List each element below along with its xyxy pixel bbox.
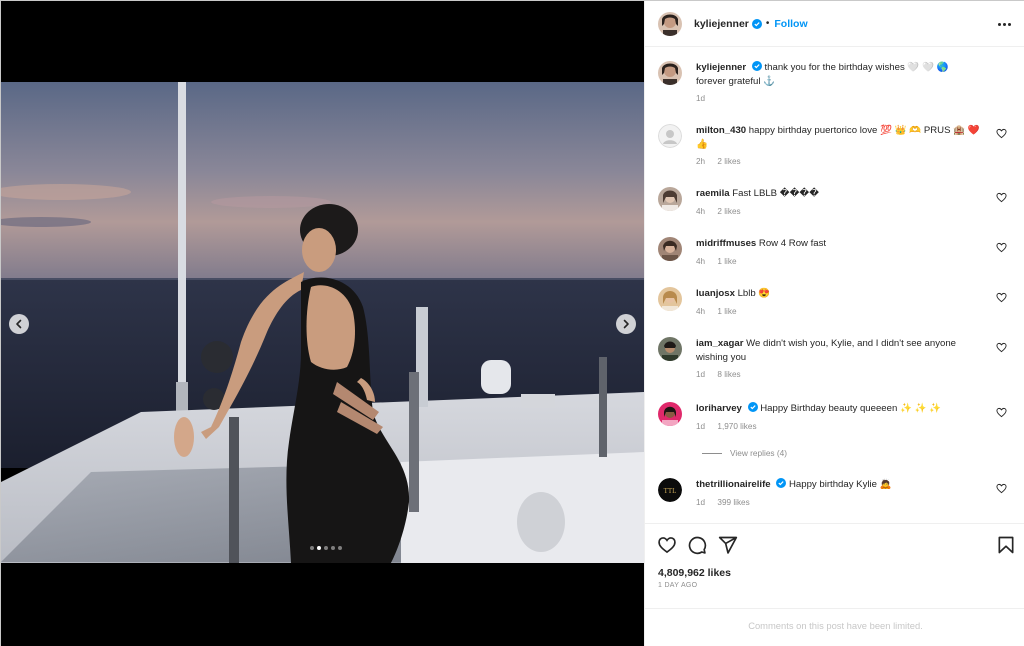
comment-meta: 1d 8 likes: [696, 370, 751, 379]
post-media: [1, 1, 644, 646]
caption-author-avatar[interactable]: [658, 61, 682, 85]
photo-yacht-sunset: [1, 82, 644, 563]
comment-username[interactable]: thetrillionairelife: [696, 479, 771, 490]
next-photo-button[interactable]: [616, 314, 636, 334]
comment-avatar[interactable]: TTL: [658, 478, 682, 502]
more-options-icon[interactable]: [998, 18, 1012, 30]
comment-username[interactable]: midriffmuses: [696, 238, 756, 249]
comment-text-block: loriharvey Happy Birthday beauty queeeen…: [696, 402, 986, 416]
comment-time: 4h: [696, 257, 706, 266]
comment-likes[interactable]: 2 likes: [717, 207, 740, 216]
verified-badge-icon: [751, 61, 762, 71]
previous-photo-button[interactable]: [9, 314, 29, 334]
comment-text-block: raemila Fast LBLB ����: [696, 187, 986, 201]
post-header: kyliejenner • Follow: [645, 1, 1024, 47]
comment-time: 1d: [696, 370, 706, 379]
view-replies-button[interactable]: View replies (4): [702, 448, 787, 458]
comment-username[interactable]: milton_430: [696, 125, 746, 136]
carousel-dot: [338, 546, 342, 550]
comment-icon[interactable]: [687, 535, 707, 555]
comment-heart-icon[interactable]: [996, 292, 1007, 303]
comment-username[interactable]: luanjosx: [696, 288, 735, 299]
author-username[interactable]: kyliejenner: [694, 18, 749, 30]
author-avatar[interactable]: [658, 11, 682, 36]
comment-likes[interactable]: 1,970 likes: [717, 422, 756, 431]
comment-meta: 1d 1,970 likes: [696, 422, 767, 431]
comment-heart-icon[interactable]: [996, 242, 1007, 253]
comment-avatar[interactable]: [658, 187, 682, 211]
post-photo: [1, 82, 644, 563]
caption-time: 1d: [696, 94, 706, 103]
comment-likes[interactable]: 399 likes: [717, 498, 749, 507]
comment-time: 4h: [696, 207, 706, 216]
comment-time: 1d: [696, 422, 706, 431]
comment-text-block: milton_430 happy birthday puertorico lov…: [696, 124, 986, 151]
header-separator: •: [765, 18, 770, 29]
comment-avatar[interactable]: [658, 337, 682, 361]
comment-text: Row 4 Row fast: [758, 238, 827, 249]
carousel-dot: [331, 546, 335, 550]
comment-username[interactable]: loriharvey: [696, 403, 742, 414]
comment-time: 1d: [696, 498, 706, 507]
comments-list[interactable]: kyliejenner thank you for the birthday w…: [645, 48, 1024, 522]
comment-avatar[interactable]: [658, 237, 682, 261]
comment-heart-icon[interactable]: [996, 192, 1007, 203]
verified-badge-icon: [751, 18, 762, 29]
comment-likes[interactable]: 1 like: [717, 307, 736, 316]
comment-username[interactable]: iam_xagar: [696, 338, 743, 349]
post-actions: 4,809,962 likes 1 DAY AGO Comments on th…: [645, 523, 1024, 646]
caption-text-block: kyliejenner thank you for the birthday w…: [696, 61, 971, 88]
comment-heart-icon[interactable]: [996, 407, 1007, 418]
follow-button[interactable]: Follow: [774, 18, 807, 30]
comment-text-block: midriffmuses Row 4 Row fast: [696, 237, 986, 251]
comment-text-block: iam_xagar We didn't wish you, Kylie, and…: [696, 337, 986, 364]
comment-avatar[interactable]: [658, 402, 682, 426]
comment-text-block: thetrillionairelife Happy birthday Kylie…: [696, 478, 986, 492]
verified-badge-icon: [747, 402, 758, 412]
comment-likes[interactable]: 8 likes: [717, 370, 740, 379]
comment-text: Happy birthday Kylie 🙇: [788, 479, 892, 490]
chevron-left-icon: [16, 319, 22, 329]
view-replies-label: View replies (4): [730, 448, 788, 458]
comment-username[interactable]: raemila: [696, 188, 730, 199]
likes-count[interactable]: 4,809,962 likes: [658, 567, 731, 579]
comment-time: 4h: [696, 307, 706, 316]
comment-meta: 4h 1 like: [696, 307, 747, 316]
comment-avatar[interactable]: [658, 287, 682, 311]
comments-limited-notice: Comments on this post have been limited.: [645, 608, 1024, 646]
comment-text: Fast LBLB ����: [732, 188, 820, 199]
carousel-dot-active: [317, 546, 321, 550]
caption-username[interactable]: kyliejenner: [696, 62, 746, 73]
share-icon[interactable]: [718, 535, 738, 555]
carousel-dot: [310, 546, 314, 550]
comment-meta: 2h 2 likes: [696, 157, 751, 166]
bookmark-icon[interactable]: [996, 535, 1016, 555]
comment-heart-icon[interactable]: [996, 342, 1007, 353]
comment-heart-icon[interactable]: [996, 128, 1007, 139]
comment-avatar[interactable]: [658, 124, 682, 148]
post-timestamp: 1 DAY AGO: [658, 582, 698, 589]
comment-heart-icon[interactable]: [996, 483, 1007, 494]
comment-likes[interactable]: 1 like: [717, 257, 736, 266]
replies-divider: [702, 452, 722, 454]
svg-text:TTL: TTL: [664, 487, 677, 495]
comment-text-block: luanjosx Lblb 😍: [696, 287, 986, 301]
carousel-indicator: [310, 546, 342, 550]
comment-likes[interactable]: 2 likes: [717, 157, 740, 166]
comment-meta: 4h 1 like: [696, 257, 747, 266]
instagram-post-window: kyliejenner • Follow kyliejenner thank y…: [0, 0, 1024, 646]
comment-meta: 4h 2 likes: [696, 207, 751, 216]
comment-meta: 1d 399 likes: [696, 498, 760, 507]
verified-badge-icon: [776, 478, 787, 488]
comment-text: Happy Birthday beauty queeeen ✨ ✨ ✨: [760, 403, 942, 414]
heart-icon[interactable]: [657, 535, 677, 555]
comment-text: Lblb 😍: [737, 288, 771, 299]
comment-time: 2h: [696, 157, 706, 166]
post-side-panel: kyliejenner • Follow kyliejenner thank y…: [644, 1, 1024, 646]
caption-meta: 1d: [696, 94, 715, 103]
chevron-right-icon: [623, 319, 629, 329]
carousel-dot: [324, 546, 328, 550]
